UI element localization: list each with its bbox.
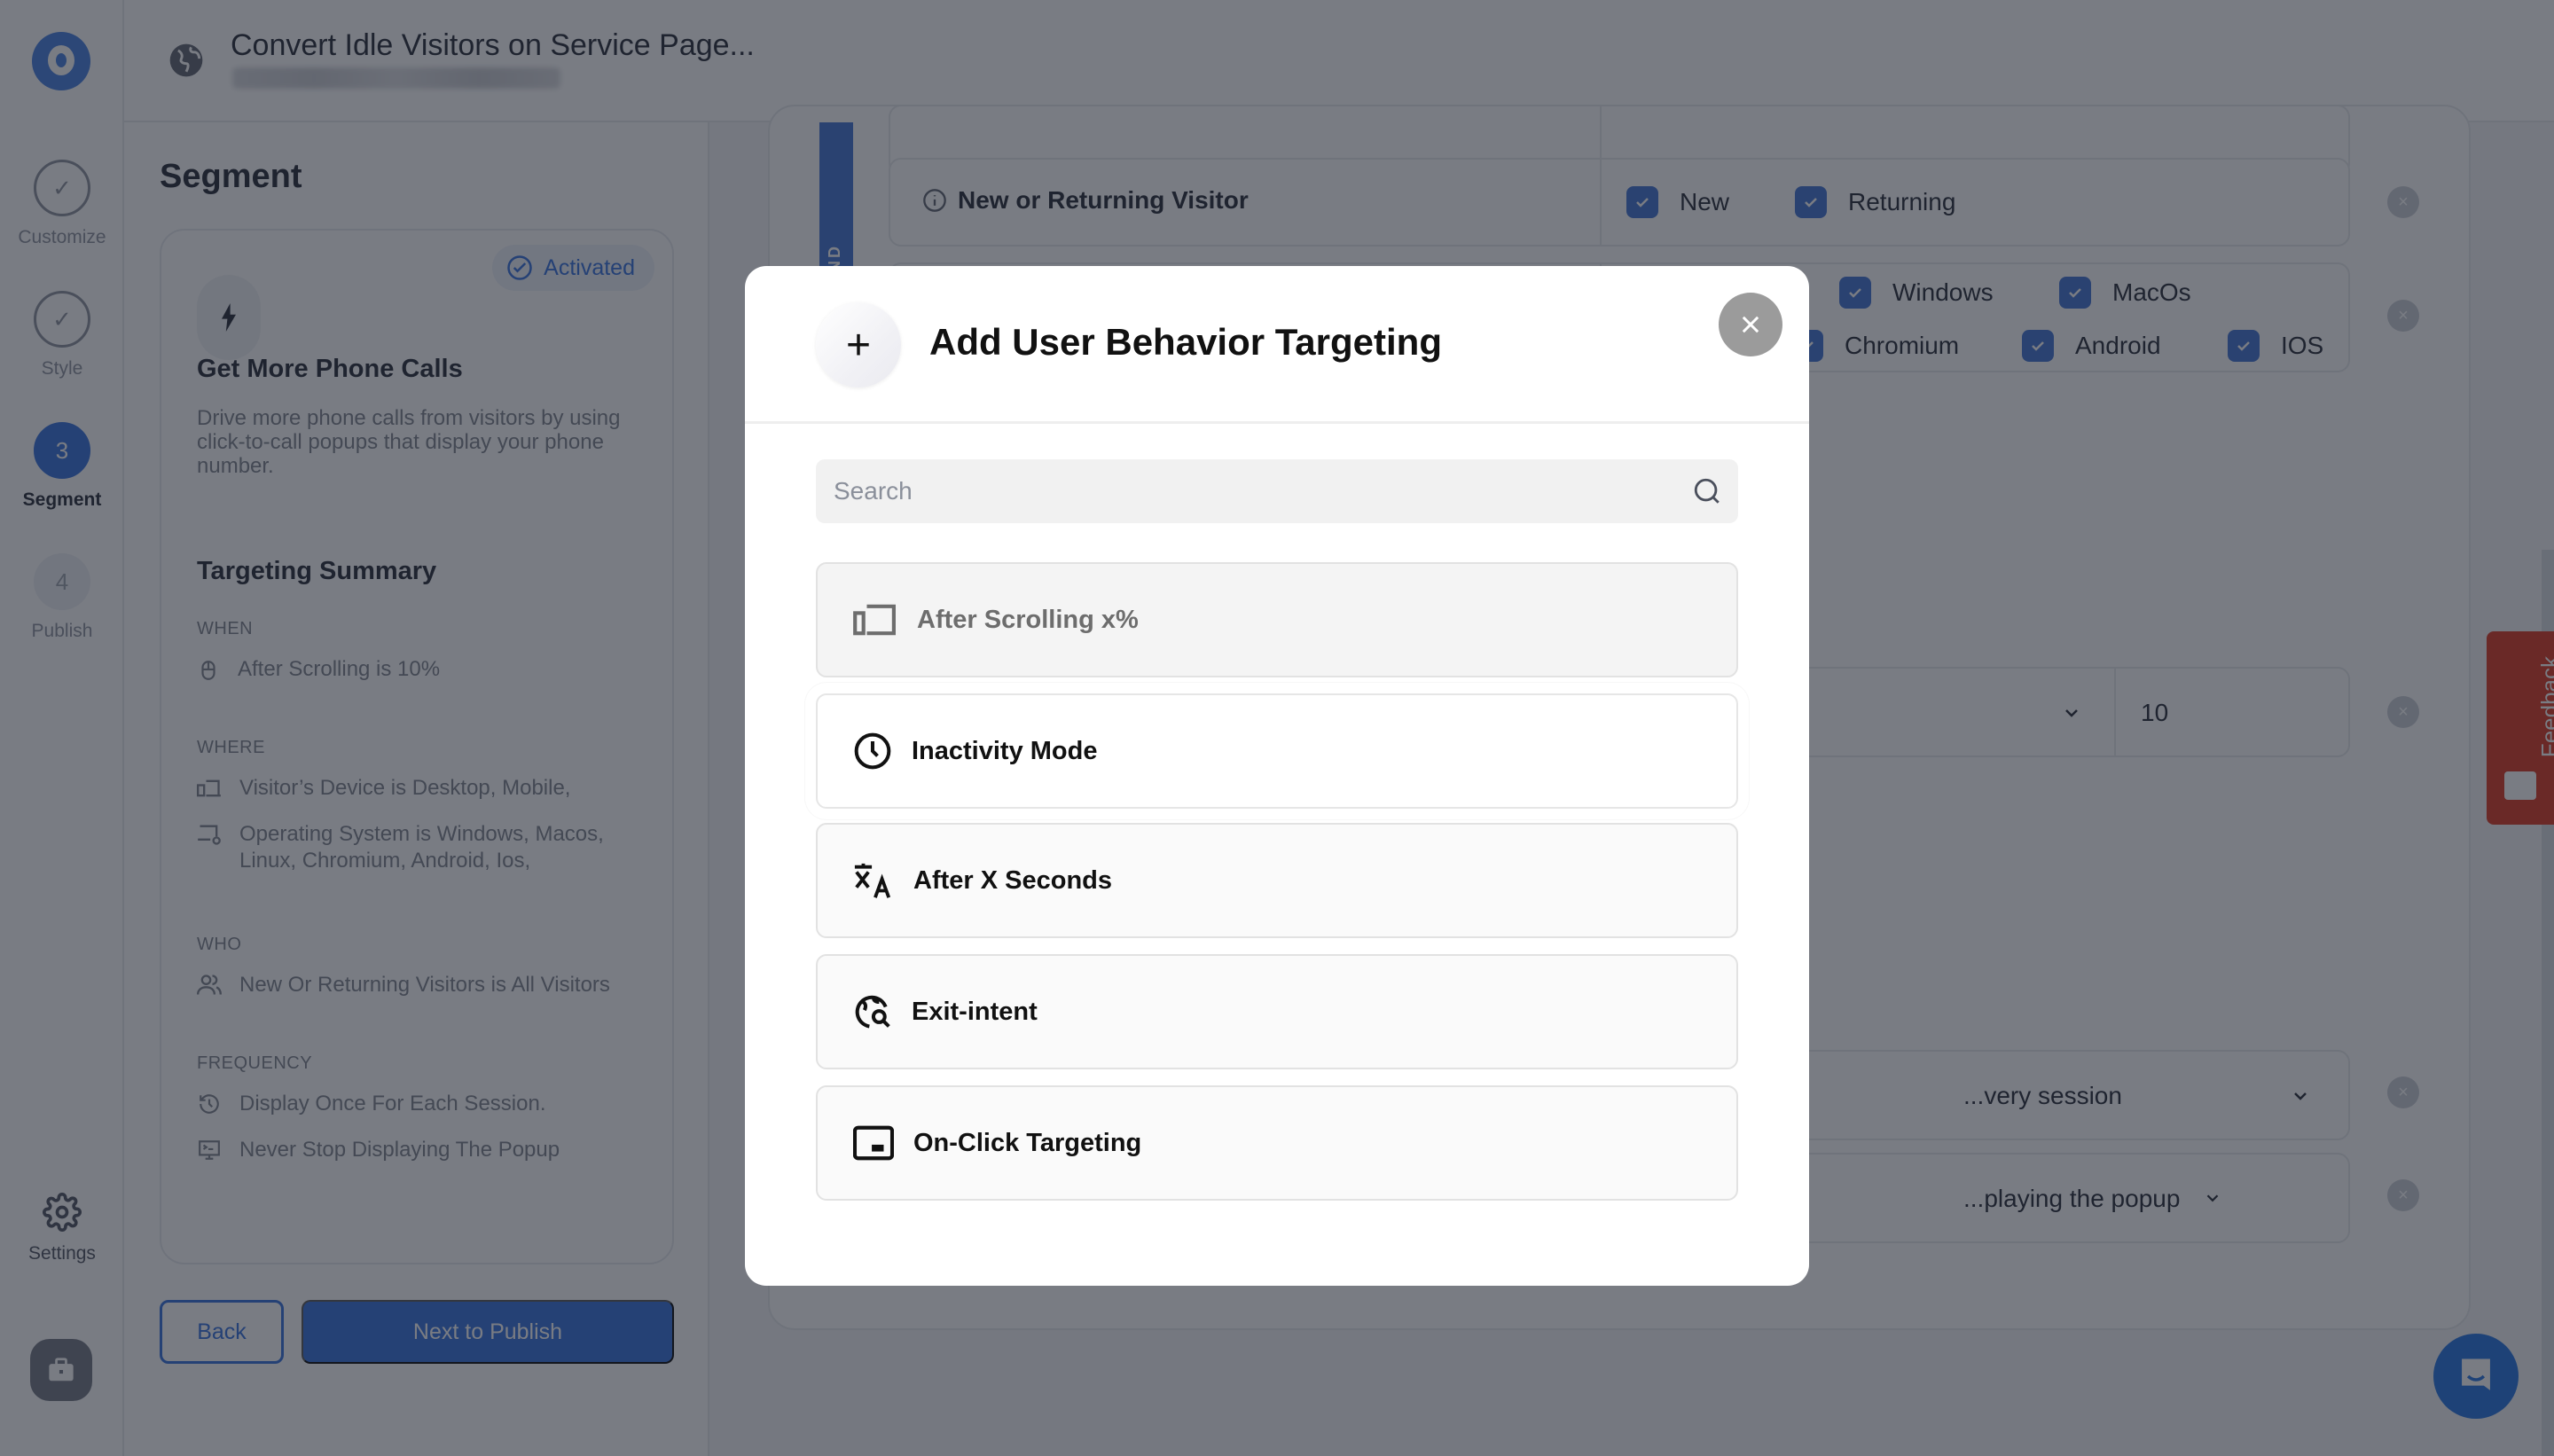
option-after-scrolling[interactable]: After Scrolling x% bbox=[816, 562, 1738, 677]
search-icon[interactable] bbox=[1692, 476, 1722, 506]
option-inactivity-mode[interactable]: Inactivity Mode bbox=[816, 693, 1738, 809]
option-after-x-seconds[interactable]: After X Seconds bbox=[816, 823, 1738, 938]
devices-icon bbox=[853, 604, 896, 636]
clock-icon bbox=[854, 732, 891, 770]
translate-icon bbox=[854, 863, 891, 898]
close-button[interactable] bbox=[1719, 293, 1782, 356]
globe-search-icon bbox=[855, 995, 890, 1029]
add-targeting-modal: + Add User Behavior Targeting After Scro… bbox=[745, 266, 1809, 1286]
search-field bbox=[816, 459, 1738, 523]
option-on-click-targeting[interactable]: On-Click Targeting bbox=[816, 1085, 1738, 1201]
close-icon bbox=[1742, 316, 1759, 333]
modal-header: + Add User Behavior Targeting bbox=[745, 266, 1809, 424]
plus-icon: + bbox=[816, 302, 901, 387]
tablet-click-icon bbox=[853, 1125, 894, 1161]
search-input[interactable] bbox=[816, 459, 1738, 523]
modal-title: Add User Behavior Targeting bbox=[929, 321, 1442, 363]
option-exit-intent[interactable]: Exit-intent bbox=[816, 954, 1738, 1069]
